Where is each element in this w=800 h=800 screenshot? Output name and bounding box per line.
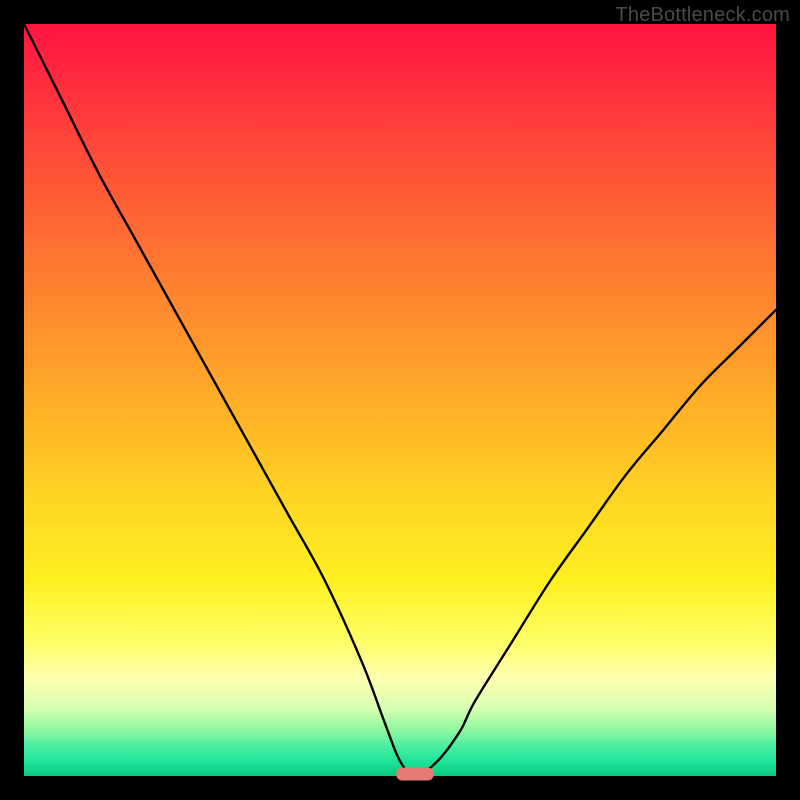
bottleneck-curve — [24, 24, 776, 776]
optimum-marker — [396, 768, 434, 781]
curve-path — [24, 24, 776, 776]
chart-frame: TheBottleneck.com — [0, 0, 800, 800]
watermark-text: TheBottleneck.com — [615, 4, 790, 27]
